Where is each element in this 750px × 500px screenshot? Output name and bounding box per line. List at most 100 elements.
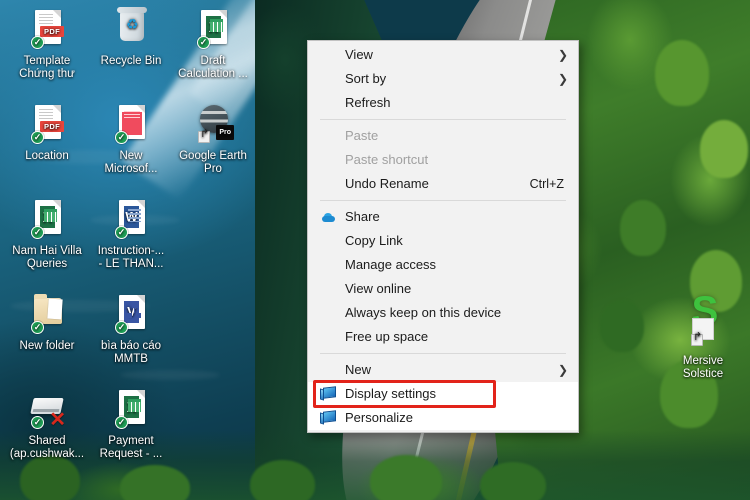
onedrive-sync-check-icon: [197, 35, 210, 49]
desktop-icon-art: W: [110, 198, 152, 242]
wallpaper-tree: [250, 460, 315, 500]
menu-item-paste-shortcut: Paste shortcut: [308, 148, 578, 172]
desktop-icon-label: New Microsof...: [104, 150, 158, 175]
wallpaper-ripple: [120, 370, 220, 380]
menu-item-sort-by[interactable]: Sort by ❯: [308, 67, 578, 91]
desktop-icon[interactable]: PDF Template Chứng thư: [4, 8, 90, 81]
desktop-icon-art: PDF: [26, 103, 68, 147]
menu-item-manage-access[interactable]: Manage access: [308, 253, 578, 277]
menu-item-label: View online: [345, 281, 412, 296]
menu-item-label: Paste shortcut: [345, 152, 429, 167]
menu-item-label: Paste: [345, 128, 379, 143]
desktop-icon-label: Shared (ap.cushwak...: [9, 435, 85, 460]
document-lines-icon: [128, 209, 141, 222]
desktop-icon-art: X: [192, 8, 234, 52]
desktop-icon[interactable]: New folder: [4, 293, 90, 353]
shortcut-arrow-icon: [198, 131, 210, 143]
desktop-icon-label: Draft Calculation ...: [178, 55, 248, 80]
menu-item-label: Refresh: [345, 95, 391, 110]
desktop-icon-label: Mersive Solstice: [682, 355, 724, 380]
desktop-icon-label: Nam Hai Villa Queries: [12, 245, 82, 270]
wallpaper-tree: [620, 200, 666, 256]
desktop-icon[interactable]: Pro Google Earth Pro: [170, 103, 256, 176]
onedrive-sync-check-icon: [31, 35, 44, 49]
visio-shape-icon: [127, 303, 141, 319]
desktop-icon[interactable]: X Draft Calculation ...: [170, 8, 256, 81]
menu-separator: [320, 200, 566, 201]
wallpaper-tree: [655, 40, 709, 106]
desktop-icon-art: X: [110, 388, 152, 432]
desktop-icon-label: Recycle Bin: [100, 55, 162, 67]
wallpaper-tree: [20, 455, 80, 500]
menu-item-free-up-space[interactable]: Free up space: [308, 325, 578, 349]
menu-item-label: Undo Rename: [345, 176, 429, 191]
chevron-right-icon: ❯: [557, 72, 568, 86]
desktop-icon[interactable]: PDF Location: [4, 103, 90, 163]
menu-item-view[interactable]: View ❯: [308, 43, 578, 67]
onedrive-sync-check-icon: [115, 130, 128, 144]
spreadsheet-grid-icon: [44, 209, 57, 222]
menu-separator: [320, 119, 566, 120]
desktop-icon-label: Google Earth Pro: [179, 150, 247, 175]
desktop-icon[interactable]: W Instruction-... - LE THAN...: [88, 198, 174, 271]
wallpaper-tree: [600, 300, 644, 352]
menu-item-shortcut: Ctrl+Z: [529, 177, 564, 191]
desktop-icon[interactable]: New Microsof...: [88, 103, 174, 176]
desktop-icon-label: Location: [25, 150, 69, 162]
menu-item-personalize[interactable]: Personalize: [308, 406, 578, 430]
onedrive-sync-check-icon: [31, 320, 44, 334]
menu-item-refresh[interactable]: Refresh: [308, 91, 578, 115]
desktop-icon-label: Instruction-... - LE THAN...: [97, 245, 165, 270]
desktop-icon-art: PDF: [26, 8, 68, 52]
desktop-icon-art: [110, 103, 152, 147]
pro-tag: Pro: [216, 125, 234, 140]
desktop-icon-label: Template Chứng thư: [19, 55, 75, 80]
menu-item-share[interactable]: Share: [308, 205, 578, 229]
desktop-icon-label: bìa báo cáo MMTB: [100, 340, 162, 365]
spreadsheet-grid-icon: [128, 399, 141, 412]
onedrive-sync-check-icon: [31, 225, 44, 239]
desktop-icon[interactable]: Vbìa báo cáo MMTB: [88, 293, 174, 366]
menu-item-label: Always keep on this device: [345, 305, 502, 320]
desktop-icon[interactable]: X Payment Request - ...: [88, 388, 174, 461]
menu-item-label: Manage access: [345, 257, 437, 272]
menu-item-view-online[interactable]: View online: [308, 277, 578, 301]
publisher-text-lines: [124, 111, 140, 120]
desktop-icon-art: X: [26, 198, 68, 242]
desktop-icon-art: S: [682, 291, 724, 352]
disconnected-x-icon: ✕: [49, 409, 66, 431]
sheet-lines: [39, 14, 53, 26]
onedrive-sync-check-icon: [115, 225, 128, 239]
menu-separator: [320, 353, 566, 354]
sheet-lines: [39, 109, 53, 121]
menu-item-label: View: [345, 47, 373, 62]
chevron-right-icon: ❯: [557, 48, 568, 62]
menu-item-display-settings[interactable]: Display settings: [308, 382, 578, 406]
desktop-icon-art: [26, 293, 68, 337]
menu-item-always-keep-on-this-device[interactable]: Always keep on this device: [308, 301, 578, 325]
monitor-icon: [320, 386, 337, 402]
desktop-icon[interactable]: ✕ Shared (ap.cushwak...: [4, 388, 90, 461]
menu-item-label: Copy Link: [345, 233, 403, 248]
desktop-icon-art: V: [110, 293, 152, 337]
chevron-right-icon: ❯: [557, 363, 568, 377]
recycle-bin-can: ♻: [117, 7, 147, 41]
desktop-icon[interactable]: X Nam Hai Villa Queries: [4, 198, 90, 271]
menu-item-label: New: [345, 362, 372, 377]
wallpaper-tree: [480, 462, 546, 500]
menu-item-copy-link[interactable]: Copy Link: [308, 229, 578, 253]
desktop-icon[interactable]: S Mersive Solstice: [660, 291, 746, 381]
menu-item-label: Personalize: [345, 410, 413, 425]
desktop-icon[interactable]: ♻ Recycle Bin: [88, 7, 174, 68]
recycle-arrows-icon: ♻: [126, 16, 139, 32]
desktop-icon-art: ✕: [26, 388, 68, 432]
menu-item-label: Free up space: [345, 329, 429, 344]
desktop-icon-art: Pro: [192, 103, 234, 147]
menu-item-undo-rename[interactable]: Undo Rename Ctrl+Z: [308, 172, 578, 196]
menu-item-new[interactable]: New ❯: [308, 358, 578, 382]
shortcut-arrow-icon: [691, 334, 703, 346]
menu-item-label: Display settings: [345, 386, 437, 401]
folder-document: [47, 298, 63, 320]
wallpaper-tree: [370, 455, 442, 500]
desktop-context-menu[interactable]: View ❯ Sort by ❯ Refresh Paste Paste shortcut U…: [307, 40, 579, 433]
